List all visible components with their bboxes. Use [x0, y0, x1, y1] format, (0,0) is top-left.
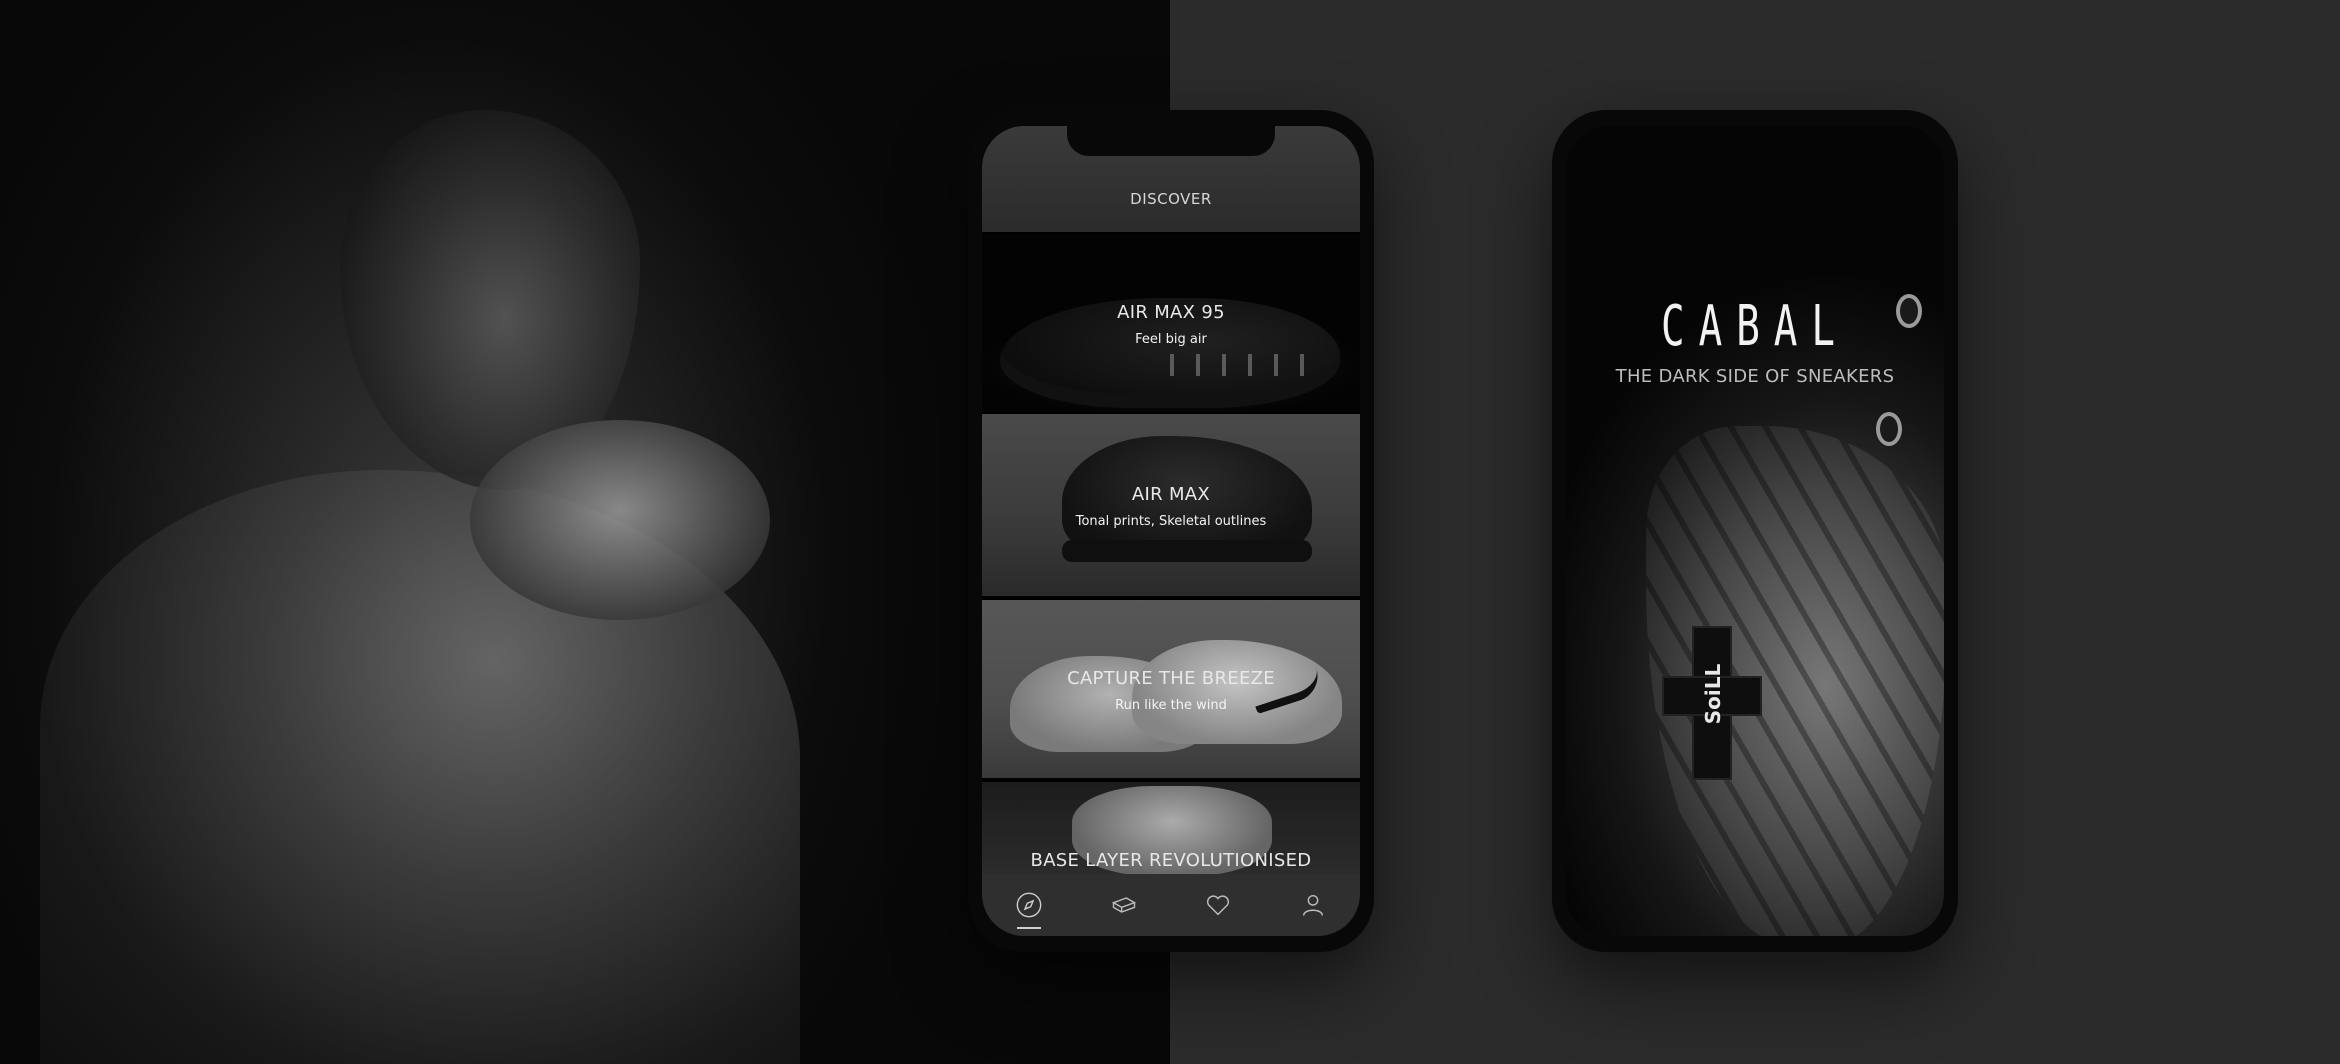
tab-bar — [982, 874, 1360, 936]
shoe-image — [1132, 640, 1342, 744]
user-icon — [1302, 894, 1323, 916]
splash-screen: SoiLL CABAL THE DARK SIDE OF SNEAKERS — [1566, 126, 1944, 936]
card-title: AIR MAX — [1131, 484, 1211, 505]
tab-discover[interactable] — [1009, 885, 1049, 929]
box-icon — [1111, 897, 1136, 913]
patch-text: SoiLL — [1701, 663, 1725, 725]
photo-hand — [470, 420, 770, 620]
shoe-patch: SoiLL — [1662, 626, 1762, 780]
shoe-eyelet — [1896, 294, 1922, 328]
card-subtitle: Tonal prints, Skeletal outlines — [1075, 514, 1267, 529]
card-title: CAPTURE THE BREEZE — [1067, 668, 1275, 689]
compass-icon — [1016, 892, 1042, 918]
card-subtitle: Feel big air — [1135, 332, 1207, 347]
tab-favorites[interactable] — [1198, 885, 1238, 925]
phone-notch — [1067, 126, 1275, 156]
card-title: AIR MAX 95 — [1117, 302, 1225, 323]
brand-logo: CABAL — [1660, 294, 1849, 359]
card-capture-the-breeze[interactable]: CAPTURE THE BREEZE Run like the wind — [982, 600, 1360, 778]
shoe-eyelet — [1876, 412, 1902, 446]
phone-splash: SoiLL CABAL THE DARK SIDE OF SNEAKERS — [1552, 110, 1958, 952]
card-air-max[interactable]: AIR MAX Tonal prints, Skeletal outlines — [982, 414, 1360, 596]
tab-profile[interactable] — [1293, 885, 1333, 925]
heart-icon — [1207, 895, 1230, 916]
card-base-layer[interactable]: BASE LAYER REVOLUTIONISED — [982, 782, 1360, 882]
phone-discover: DISCOVER AIR MAX 95 Feel big air AIR MAX… — [968, 110, 1374, 952]
card-air-max-95[interactable]: AIR MAX 95 Feel big air — [982, 234, 1360, 412]
brand-tagline: THE DARK SIDE OF SNEAKERS — [1615, 366, 1895, 387]
card-title: BASE LAYER REVOLUTIONISED — [1030, 850, 1312, 871]
tab-collection[interactable] — [1104, 885, 1144, 925]
card-subtitle: Run like the wind — [1115, 698, 1227, 713]
page-title: DISCOVER — [1130, 190, 1212, 208]
discover-screen: DISCOVER AIR MAX 95 Feel big air AIR MAX… — [982, 126, 1360, 936]
